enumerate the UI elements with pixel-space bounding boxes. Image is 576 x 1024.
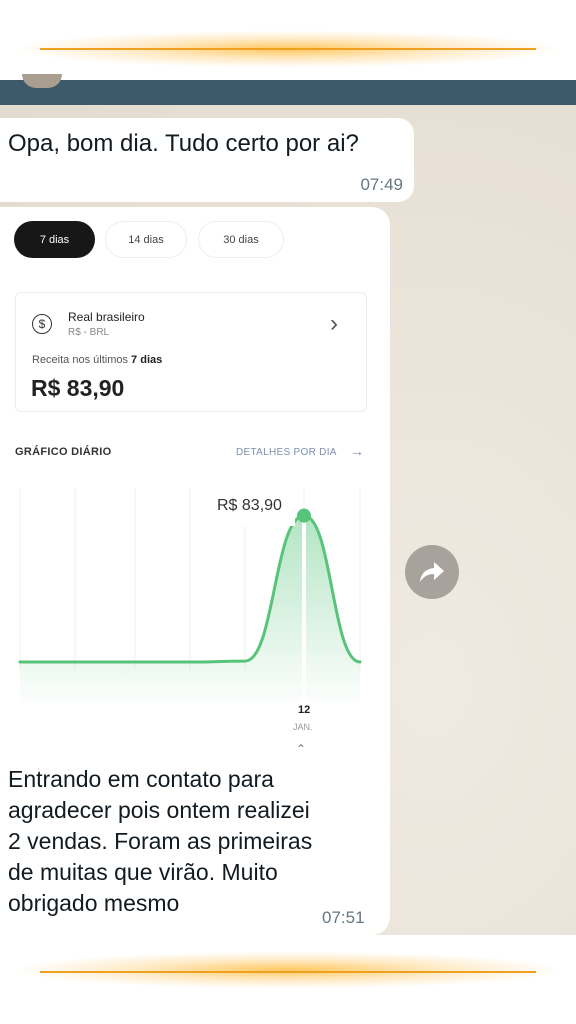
bottom-glow	[20, 952, 556, 988]
chevron-up-icon[interactable]: ⌃	[296, 742, 306, 756]
daily-chart	[18, 488, 362, 750]
currency-code: R$ - BRL	[68, 327, 110, 338]
revenue-period: 7 dias	[131, 354, 163, 366]
revenue-value: R$ 83,90	[31, 375, 125, 401]
bottom-glow-decoration	[0, 935, 576, 1024]
chat-header	[0, 74, 576, 105]
tab-30-days[interactable]: 30 dias	[198, 221, 284, 258]
message-2-time: 07:51	[322, 908, 365, 927]
top-glow-line	[40, 48, 536, 50]
message-2-text: Entrando em contato para agradecer pois …	[8, 764, 380, 919]
currency-name: Real brasileiro	[68, 310, 145, 324]
revenue-label-text: Receita nos últimos	[32, 354, 132, 366]
forward-button[interactable]	[405, 545, 459, 599]
message-1-time: 07:49	[360, 175, 403, 194]
chart-tooltip-value: R$ 83,90	[217, 497, 282, 514]
chevron-right-icon[interactable]: ›	[330, 311, 338, 337]
message-2-line: agradecer pois ontem realizei	[8, 797, 310, 823]
message-1-text: Opa, bom dia. Tudo certo por ai?	[8, 130, 359, 157]
top-glow-decoration	[0, 0, 576, 80]
message-2-line: 2 vendas. Foram as primeiras	[8, 828, 313, 854]
dollar-circle-icon: $	[32, 314, 52, 334]
message-2-line: Entrando em contato para	[8, 766, 274, 792]
avatar[interactable]	[22, 74, 62, 88]
details-by-day-link[interactable]: DETALHES POR DIA	[236, 447, 337, 458]
tab-7-days[interactable]: 7 dias	[14, 221, 95, 258]
section-title: GRÁFICO DIÁRIO	[15, 446, 112, 458]
forward-icon	[420, 562, 444, 582]
revenue-label: Receita nos últimos 7 dias	[32, 354, 162, 366]
chart-tick-month: JAN.	[293, 722, 313, 732]
message-2-line: de muitas que virão. Muito	[8, 859, 278, 885]
chart-tick-day: 12	[298, 704, 311, 716]
tab-14-days[interactable]: 14 dias	[105, 221, 187, 258]
bottom-glow-line	[40, 971, 536, 973]
arrow-right-icon[interactable]: →	[350, 443, 364, 459]
chart-peak-point[interactable]	[297, 508, 311, 523]
